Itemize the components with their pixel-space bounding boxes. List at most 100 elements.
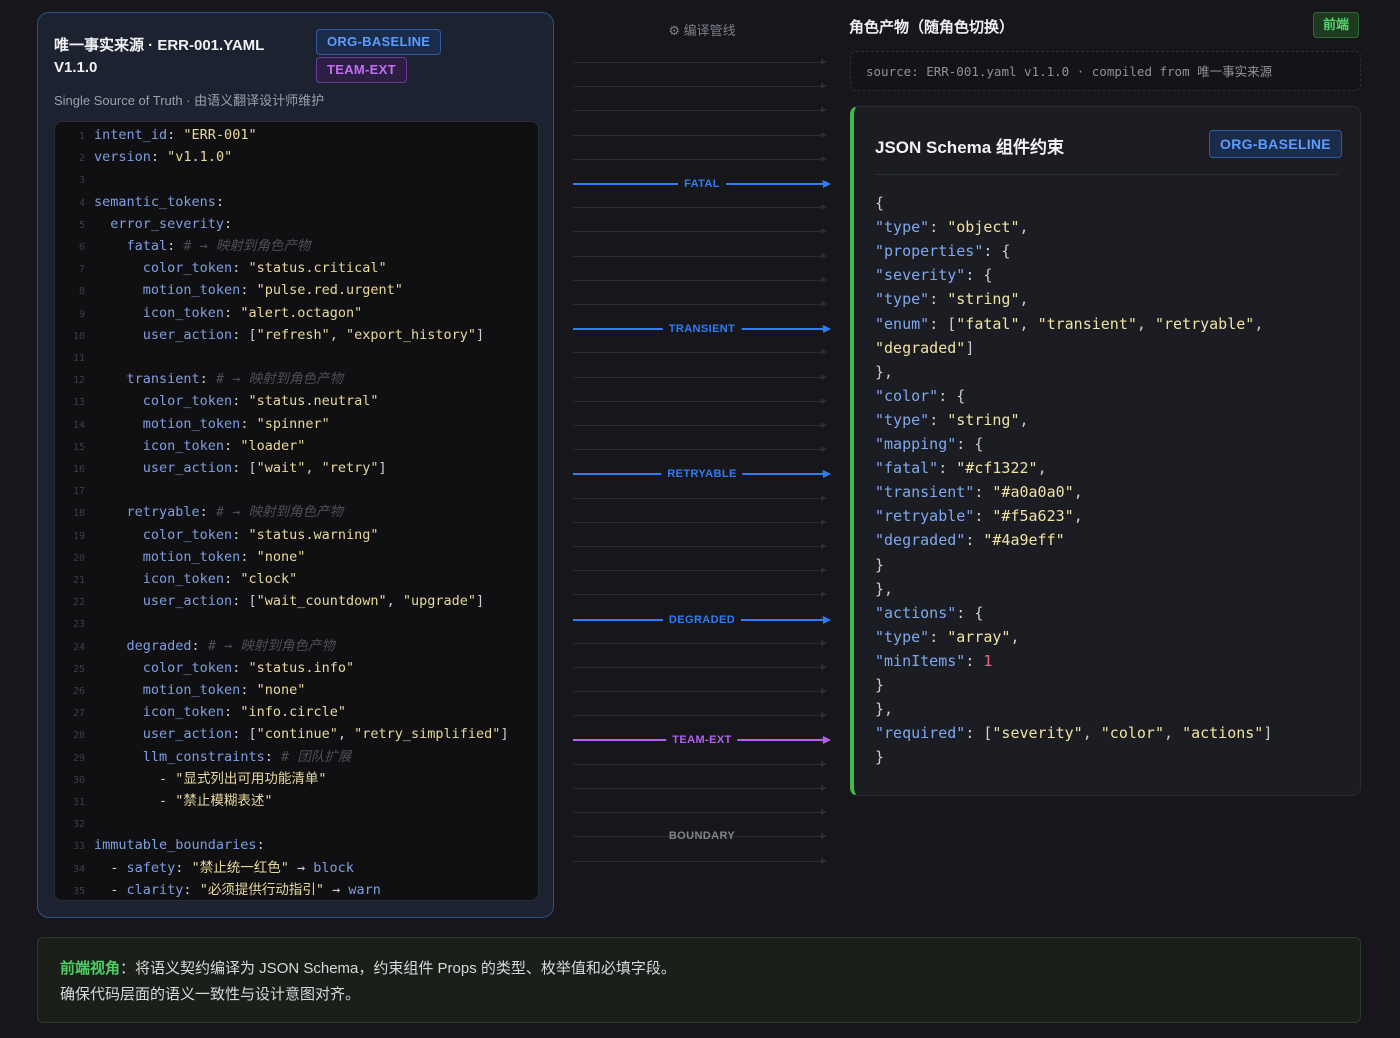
json-line: {: [875, 192, 884, 214]
arrow-right-icon: [823, 470, 831, 478]
code-token: :: [240, 548, 257, 565]
code-token: :: [232, 659, 249, 676]
code-token: →: [323, 881, 349, 898]
code-token: motion_token: [142, 548, 241, 565]
line-number: 12: [72, 375, 85, 387]
track-arrow-icon: [821, 664, 827, 670]
code-token: ,: [329, 326, 346, 343]
track-arrow-icon: [821, 228, 827, 234]
code-token: "status.critical": [248, 260, 387, 277]
json-token: :: [929, 627, 948, 646]
json-token: : {: [938, 386, 966, 405]
code-token: "info.circle": [240, 704, 346, 721]
line-number: 15: [72, 441, 85, 453]
code-line: 17: [55, 480, 94, 500]
note-heading: 前端视角: [60, 960, 121, 977]
json-token: "type": [875, 290, 930, 309]
json-token: "transient": [875, 483, 975, 502]
line-number: 2: [78, 153, 85, 165]
code-line: 8 motion_token: "pulse.red.urgent": [55, 280, 403, 300]
json-line: },: [875, 578, 893, 600]
line-number: 34: [72, 863, 85, 875]
code-token: llm_constraints: [142, 748, 265, 765]
flow-label: RETRYABLE: [661, 467, 743, 481]
role-badge-frontend[interactable]: 前端: [1313, 12, 1360, 38]
code-token: "spinner": [256, 415, 330, 432]
json-token: }: [875, 676, 885, 694]
json-line: "degraded"]: [875, 337, 974, 359]
code-line: 16 user_action: ["wait", "retry"]: [55, 458, 387, 478]
json-token: : {: [983, 242, 1011, 261]
line-number: 19: [72, 530, 85, 542]
code-token: : [: [232, 726, 257, 743]
code-token: ]: [500, 726, 509, 743]
code-token: :: [183, 881, 200, 898]
line-number: 23: [72, 619, 85, 631]
code-token: :: [199, 504, 216, 521]
code-line: 23: [55, 613, 94, 633]
code-token: :: [232, 526, 249, 543]
line-number: 31: [72, 797, 85, 808]
code-token: safety: [126, 859, 176, 876]
code-line: 30 - "显式列出可用功能清单": [55, 769, 327, 789]
json-line: "degraded": "#4a9eff": [875, 529, 1065, 551]
schema-title: JSON Schema 组件约束: [875, 138, 1064, 157]
code-line: 3: [55, 169, 94, 189]
code-token: user_action: [142, 726, 233, 743]
line-number: 33: [72, 841, 85, 853]
json-token: ,: [1010, 627, 1020, 646]
code-token: "status.warning": [248, 526, 379, 543]
code-token: immutable_boundaries: [94, 837, 257, 854]
json-token: ,: [1037, 459, 1047, 478]
code-token: "v1.1.0": [167, 149, 233, 166]
pipeline-track: [573, 425, 825, 426]
line-number: 8: [78, 286, 85, 298]
code-token: "status.info": [248, 659, 355, 676]
json-token: :: [929, 410, 948, 429]
json-token: ,: [1019, 218, 1029, 237]
json-line: }: [875, 674, 884, 696]
yaml-code-editor[interactable]: 1 intent_id: "ERR-001" 2 version: "v1.1.0" 3…: [54, 121, 539, 901]
pipeline-track: [573, 546, 825, 547]
code-token: "retry": [321, 460, 379, 476]
code-token: "禁止统一红色": [191, 859, 289, 876]
code-line: 21 icon_token: "clock": [55, 569, 297, 589]
code-line: 11: [55, 347, 94, 367]
track-arrow-icon: [821, 107, 827, 113]
json-token: "degraded": [875, 338, 966, 357]
code-token: :: [215, 193, 225, 210]
pipeline-title-text: 编译管线: [683, 23, 736, 38]
line-number: 3: [78, 175, 85, 187]
json-token: ,: [1019, 410, 1029, 429]
pipeline-track: [573, 352, 825, 353]
code-token: intent_id: [94, 127, 168, 143]
code-token: "pulse.red.urgent": [256, 282, 403, 299]
code-token: semantic_tokens: [94, 193, 216, 210]
json-token: "#f5a623": [992, 507, 1074, 526]
json-line: "actions": {: [875, 602, 983, 624]
code-token: "continue": [256, 726, 338, 743]
json-token: "string": [947, 410, 1020, 429]
artifact-title: 角色产物（随角色切换）: [849, 19, 1015, 36]
track-arrow-icon: [821, 761, 827, 767]
source-panel: 唯一事实来源 · ERR-001.YAML V1.1.0 ORG-BASELIN…: [37, 12, 554, 918]
json-token: "required": [875, 724, 966, 743]
arrow-right-icon: [823, 325, 831, 333]
code-token: "retry_simplified": [354, 726, 501, 743]
code-token: :: [167, 238, 184, 254]
code-token: retryable: [126, 504, 200, 521]
code-token: :: [175, 859, 192, 876]
code-token: :: [240, 282, 257, 299]
pipeline-track: [573, 256, 825, 257]
code-token: :: [224, 704, 241, 721]
json-line: "enum": ["fatal", "transient", "retryabl…: [875, 313, 1263, 335]
boundary-label: BOUNDARY: [668, 830, 736, 842]
json-token: : [: [965, 724, 993, 743]
json-token: 1: [983, 651, 993, 670]
code-token: motion_token: [142, 682, 241, 698]
code-token: user_action: [142, 326, 233, 343]
